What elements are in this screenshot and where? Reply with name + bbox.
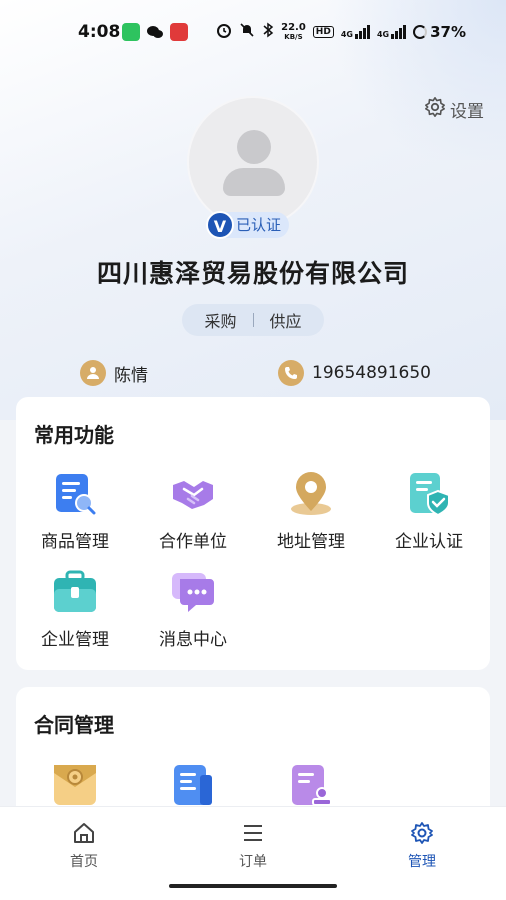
- signal-2-icon: 4G: [376, 25, 407, 39]
- avatar[interactable]: [187, 96, 319, 228]
- settings-label: 设置: [450, 102, 484, 122]
- signal-1-icon: 4G: [341, 25, 370, 39]
- status-time: 4:08: [78, 22, 121, 42]
- tab-label: 首页: [70, 854, 98, 870]
- battery-ring-icon: [413, 25, 428, 39]
- company-name: 四川惠泽贸易股份有限公司: [96, 259, 409, 288]
- tab-home[interactable]: 首页: [34, 821, 134, 871]
- common-functions-title: 常用功能: [34, 423, 114, 447]
- common-functions-card: 常用功能 商品管理 合作单位 地址管理 企业认证 企业管理 消息中心: [16, 397, 490, 670]
- contract-seal-icon: [288, 763, 334, 809]
- wechat-icon: [146, 23, 164, 41]
- tab-orders[interactable]: 订单: [203, 821, 303, 871]
- function-label: 合作单位: [159, 532, 227, 552]
- tab-label: 订单: [239, 854, 267, 870]
- contact-person: 陈情: [80, 360, 148, 386]
- avatar-body-shape: [223, 168, 285, 196]
- signal-1-label: 4G: [340, 30, 353, 39]
- contract-envelope-icon: [52, 763, 98, 809]
- battery-percent: 37%: [430, 23, 466, 41]
- function-enterprise-manage[interactable]: 企业管理: [16, 569, 134, 650]
- gear-icon: [424, 96, 446, 123]
- app-notification-icon: [122, 23, 140, 41]
- net-speed-unit: KB/S: [284, 32, 303, 41]
- role-supply: 供应: [269, 312, 302, 331]
- contact-name: 陈情: [114, 365, 148, 386]
- contract-item-3[interactable]: [252, 763, 370, 809]
- phone-icon: [278, 360, 304, 386]
- net-speed-value: 22.0: [281, 21, 306, 33]
- briefcase-icon: [52, 569, 98, 615]
- role-chips: 采购 供应: [182, 304, 324, 336]
- tab-label: 管理: [408, 854, 436, 870]
- verified-badge: V 已认证: [206, 211, 290, 239]
- role-divider: [252, 313, 254, 327]
- chat-bubble-icon: [170, 569, 216, 615]
- music-app-icon: [170, 23, 188, 41]
- function-label: 消息中心: [159, 630, 227, 650]
- contract-document-icon: [170, 763, 216, 809]
- avatar-head-shape: [237, 130, 271, 164]
- status-bar: 4:08 22.0 KB/S HD 4G 4G 37%: [0, 0, 506, 64]
- certificate-shield-icon: [406, 471, 452, 517]
- function-message-center[interactable]: 消息中心: [134, 569, 252, 650]
- role-purchase: 采购: [204, 312, 237, 331]
- gear-icon: [372, 821, 472, 845]
- function-label: 地址管理: [277, 532, 345, 552]
- home-indicator: [169, 884, 337, 888]
- verified-label: 已认证: [236, 216, 282, 234]
- tab-manage[interactable]: 管理: [372, 821, 472, 871]
- contract-item-1[interactable]: [16, 763, 134, 809]
- bluetooth-icon: [262, 22, 274, 42]
- function-product-manage[interactable]: 商品管理: [16, 471, 134, 552]
- function-label: 商品管理: [41, 532, 109, 552]
- phone-number: 19654891650: [312, 363, 431, 383]
- contract-management-title: 合同管理: [34, 713, 114, 737]
- function-label: 企业认证: [395, 532, 463, 552]
- handshake-icon: [170, 471, 216, 517]
- contract-item-2[interactable]: [134, 763, 252, 809]
- hd-badge: HD: [312, 26, 334, 38]
- verified-check-icon: V: [206, 211, 234, 239]
- settings-button[interactable]: 设置: [424, 96, 484, 123]
- alarm-icon: [216, 22, 232, 42]
- net-speed: 22.0 KB/S: [281, 21, 306, 42]
- function-enterprise-cert[interactable]: 企业认证: [370, 471, 488, 552]
- home-icon: [34, 821, 134, 845]
- location-pin-icon: [288, 471, 334, 517]
- list-icon: [203, 821, 303, 845]
- signal-2-label: 4G: [376, 30, 390, 39]
- mute-bell-icon: [239, 22, 255, 42]
- contact-phone[interactable]: 19654891650: [278, 360, 431, 386]
- user-icon: [80, 360, 106, 386]
- function-partners[interactable]: 合作单位: [134, 471, 252, 552]
- function-address-manage[interactable]: 地址管理: [252, 471, 370, 552]
- product-manage-icon: [52, 471, 98, 517]
- function-label: 企业管理: [41, 630, 109, 650]
